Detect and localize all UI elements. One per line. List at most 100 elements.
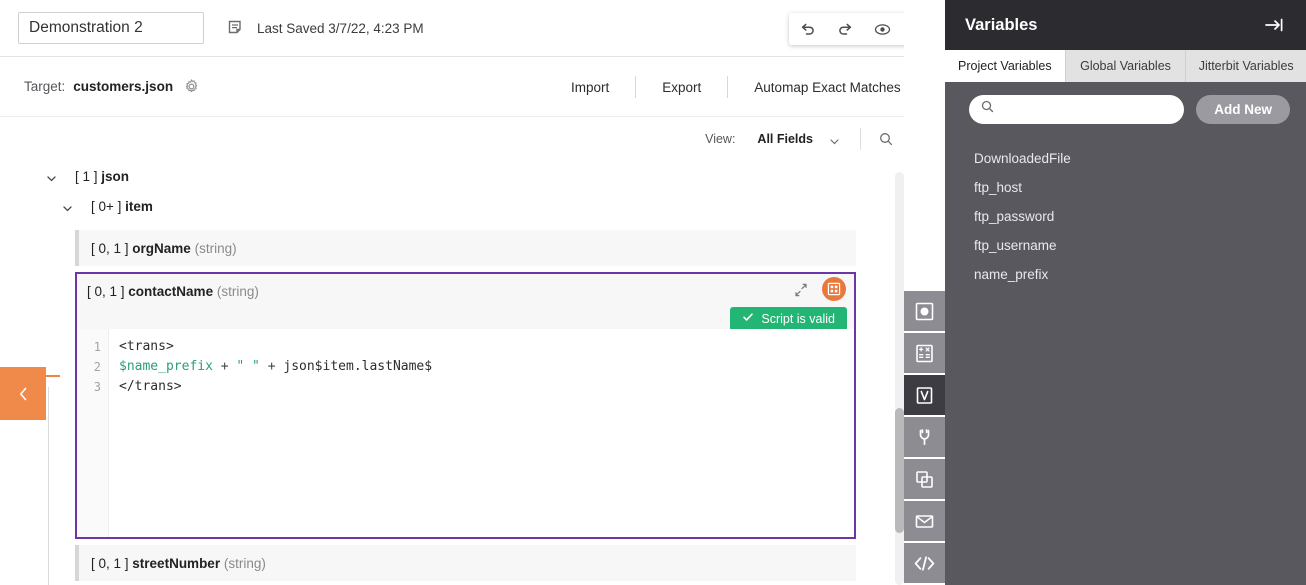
rail-calculator-icon-button[interactable] — [904, 333, 945, 375]
chevron-down-icon[interactable] — [62, 201, 73, 212]
editor-line-numbers: 1 2 3 — [77, 329, 109, 537]
tree-field-contactName-selected[interactable]: [ 0, 1 ] contactName (string) — [75, 272, 856, 539]
chevron-down-icon[interactable] — [829, 134, 840, 145]
variables-search-box[interactable] — [969, 95, 1184, 124]
export-button[interactable]: Export — [636, 80, 727, 95]
collapse-right-icon[interactable] — [1264, 16, 1284, 34]
preview-eye-icon[interactable] — [874, 21, 891, 38]
title-bar: Last Saved 3/7/22, 4:23 PM — [0, 0, 945, 57]
tree-field-label: [ 0, 1 ] streetNumber (string) — [91, 556, 266, 571]
line-number: 1 — [77, 337, 108, 357]
tab-label: Project Variables — [958, 59, 1052, 73]
envelope-icon — [914, 511, 935, 532]
code-token: " " — [236, 359, 259, 374]
target-bar: Target: customers.json Import Export Aut… — [0, 57, 945, 117]
target-field-tree: [ 1 ] json [ 0+ ] item [ 0, 1 ] — [0, 161, 945, 581]
mapping-name-input[interactable] — [18, 12, 204, 44]
expand-arrows-icon[interactable] — [792, 281, 810, 299]
view-label: View: — [705, 132, 735, 146]
line-number: 3 — [77, 377, 108, 397]
tree-node-json[interactable]: [ 1 ] json — [46, 161, 945, 191]
redo-icon[interactable] — [837, 21, 854, 38]
chevron-left-icon — [19, 387, 28, 401]
script-grid-icon[interactable] — [822, 277, 846, 301]
chevron-down-icon[interactable] — [46, 171, 57, 182]
editor-code-line: $name_prefix + " " + json$item.lastName$ — [119, 357, 854, 377]
code-token: + — [213, 359, 236, 374]
tab-jitterbit-variables[interactable]: Jitterbit Variables — [1186, 50, 1306, 82]
variables-search-row: Add New — [945, 82, 1306, 136]
view-select-value[interactable]: All Fields — [757, 132, 813, 146]
undo-icon[interactable] — [799, 21, 816, 38]
variable-list-item[interactable]: ftp_username — [945, 231, 1306, 260]
tab-project-variables[interactable]: Project Variables — [945, 50, 1066, 82]
main-panel: Last Saved 3/7/22, 4:23 PM — [0, 0, 945, 585]
add-new-variable-button[interactable]: Add New — [1196, 95, 1290, 124]
editor-code-line: </trans> — [119, 377, 854, 397]
script-editor[interactable]: 1 2 3 <trans> $name_prefix + " " + json$i… — [77, 329, 854, 537]
code-token: json$item.lastName$ — [283, 359, 432, 374]
tree-field-orgName[interactable]: [ 0, 1 ] orgName (string) — [75, 230, 856, 266]
selected-field-header: [ 0, 1 ] contactName (string) — [77, 274, 854, 329]
variables-panel: Variables Project Variables Global Varia… — [945, 0, 1306, 585]
document-icon — [227, 19, 245, 37]
last-saved-group: Last Saved 3/7/22, 4:23 PM — [227, 19, 424, 37]
tool-rail — [904, 0, 945, 585]
variable-list-item[interactable]: DownloadedFile — [945, 144, 1306, 173]
tab-label: Jitterbit Variables — [1199, 59, 1294, 73]
editor-code-line: <trans> — [119, 337, 854, 357]
rail-variables-icon-button[interactable] — [904, 375, 945, 417]
script-valid-text: Script is valid — [761, 312, 835, 326]
rail-scripts-icon-button[interactable] — [904, 459, 945, 501]
variables-list: DownloadedFileftp_hostftp_passwordftp_us… — [945, 136, 1306, 289]
code-token: <trans> — [119, 339, 174, 354]
variable-list-item[interactable]: name_prefix — [945, 260, 1306, 289]
mapping-editor-app: Last Saved 3/7/22, 4:23 PM — [0, 0, 1306, 585]
variables-v-icon — [914, 385, 935, 406]
variables-panel-header: Variables — [945, 0, 1306, 50]
variables-panel-title: Variables — [965, 16, 1037, 35]
gear-icon[interactable] — [184, 79, 199, 94]
target-label: Target: — [24, 79, 65, 94]
tree-node-item[interactable]: [ 0+ ] item — [62, 191, 945, 221]
tree-field-streetNumber[interactable]: [ 0, 1 ] streetNumber (string) — [75, 545, 856, 581]
tab-label: Global Variables — [1080, 59, 1171, 73]
plug-icon — [914, 427, 935, 448]
tab-global-variables[interactable]: Global Variables — [1066, 50, 1187, 82]
search-icon — [981, 100, 994, 118]
tree-field-label: [ 0, 1 ] orgName (string) — [91, 241, 237, 256]
last-saved-text: Last Saved 3/7/22, 4:23 PM — [257, 21, 424, 36]
code-token: + — [260, 359, 283, 374]
variable-list-item[interactable]: ftp_password — [945, 202, 1306, 231]
main-scrollbar-thumb[interactable] — [895, 408, 904, 533]
variables-panel-tabs: Project Variables Global Variables Jitte… — [945, 50, 1306, 82]
rail-endpoint-icon-button[interactable] — [904, 291, 945, 333]
tree-field-label: [ 0, 1 ] contactName (string) — [87, 284, 259, 299]
variables-search-input[interactable] — [1002, 102, 1172, 116]
code-token: </trans> — [119, 379, 182, 394]
variable-list-item[interactable]: ftp_host — [945, 173, 1306, 202]
view-row: View: All Fields — [0, 117, 945, 161]
editor-code-content[interactable]: <trans> $name_prefix + " " + json$item.la… — [109, 329, 854, 537]
target-bar-actions: Import Export Automap Exact Matches — [545, 57, 927, 117]
import-button[interactable]: Import — [545, 80, 635, 95]
search-icon[interactable] — [879, 132, 893, 146]
calculator-icon — [914, 343, 935, 364]
rail-code-icon-button[interactable] — [904, 543, 945, 585]
target-file-name[interactable]: customers.json — [73, 79, 173, 94]
tree-guide-line — [48, 387, 49, 585]
view-divider — [860, 128, 861, 150]
line-number: 2 — [77, 357, 108, 377]
tree-node-json-label: [ 1 ] json — [75, 169, 129, 184]
code-brackets-icon — [913, 553, 936, 574]
automap-exact-matches-button[interactable]: Automap Exact Matches — [728, 80, 926, 95]
script-valid-badge: Script is valid — [730, 307, 847, 331]
rail-plugin-icon-button[interactable] — [904, 417, 945, 459]
main-scrollbar-track[interactable] — [895, 172, 904, 585]
check-icon — [742, 310, 754, 328]
rail-notifications-icon-button[interactable] — [904, 501, 945, 543]
collapse-left-panel-handle[interactable] — [0, 367, 46, 420]
tree-node-item-label: [ 0+ ] item — [91, 199, 153, 214]
code-token: $name_prefix — [119, 359, 213, 374]
endpoint-icon — [914, 301, 935, 322]
